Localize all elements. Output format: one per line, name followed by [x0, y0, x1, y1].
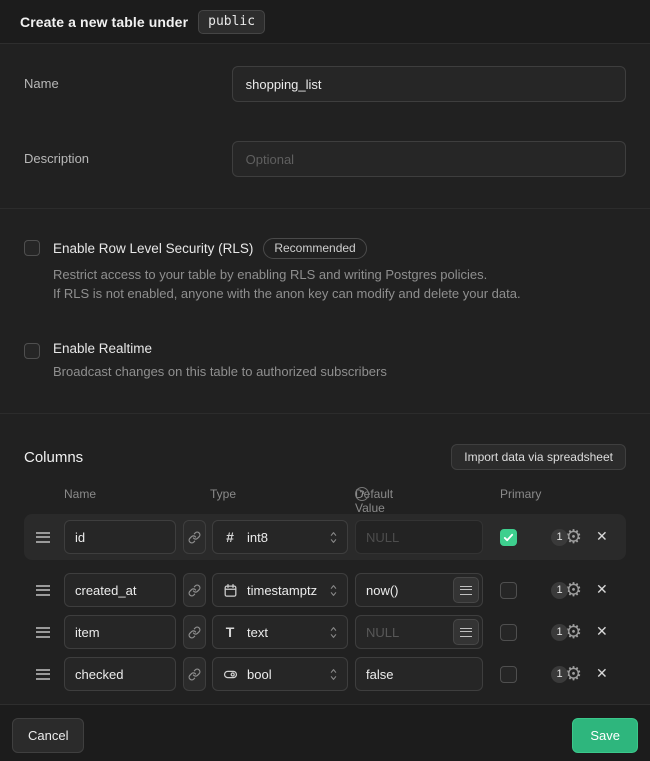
- columns-grid-header: Name Type Default Value ? Primary: [24, 487, 626, 502]
- rls-label: Enable Row Level Security (RLS): [53, 241, 253, 256]
- column-type-value: timestamptz: [247, 583, 317, 598]
- list-icon: [460, 628, 472, 637]
- settings-count-badge: 1: [551, 666, 568, 683]
- text-icon: T: [221, 624, 239, 640]
- options-section: Enable Row Level Security (RLS) Recommen…: [0, 209, 650, 414]
- drag-handle-icon[interactable]: [36, 585, 50, 596]
- schema-badge: public: [198, 10, 265, 34]
- table-description-input[interactable]: [232, 141, 626, 177]
- link-icon: [188, 531, 201, 544]
- table-info-section: Name Description: [0, 44, 650, 209]
- hash-icon: #: [221, 529, 239, 545]
- column-type-select[interactable]: T text: [212, 615, 348, 649]
- link-icon: [188, 626, 201, 639]
- default-value-suggestions-button[interactable]: [453, 619, 479, 645]
- header-primary: Primary: [500, 487, 541, 501]
- rls-description-line2: If RLS is not enabled, anyone with the a…: [53, 284, 521, 303]
- delete-column-button[interactable]: ✕: [594, 583, 610, 597]
- default-value-input[interactable]: [355, 657, 483, 691]
- drag-handle-icon[interactable]: [36, 669, 50, 680]
- chevron-updown-icon: [328, 583, 339, 598]
- realtime-toggle-row: Enable Realtime Broadcast changes on thi…: [24, 341, 626, 381]
- description-label: Description: [24, 141, 232, 177]
- column-row: timestamptz 1 ⚙ ✕: [24, 572, 626, 608]
- realtime-label: Enable Realtime: [53, 341, 152, 356]
- column-name-input[interactable]: [64, 520, 176, 554]
- delete-column-button[interactable]: ✕: [594, 530, 610, 544]
- foreign-key-link-button[interactable]: [183, 573, 206, 607]
- recommended-badge: Recommended: [263, 238, 366, 259]
- drag-handle-icon[interactable]: [36, 532, 50, 543]
- name-label: Name: [24, 66, 232, 102]
- cancel-button[interactable]: Cancel: [12, 718, 84, 753]
- toggle-icon: [221, 667, 239, 682]
- default-value-wrap: [355, 657, 483, 691]
- delete-column-button[interactable]: ✕: [594, 625, 610, 639]
- save-button[interactable]: Save: [572, 718, 638, 753]
- column-type-select[interactable]: timestamptz: [212, 573, 348, 607]
- list-icon: [460, 586, 472, 595]
- column-row: # int8 1 ⚙ ✕: [24, 514, 626, 560]
- default-value-input[interactable]: [355, 520, 483, 554]
- settings-count-badge: 1: [551, 582, 568, 599]
- default-value-wrap: [355, 520, 483, 554]
- link-icon: [188, 584, 201, 597]
- settings-count-badge: 1: [551, 624, 568, 641]
- dialog-footer: Cancel Save: [0, 704, 650, 761]
- column-type-select[interactable]: bool: [212, 657, 348, 691]
- default-value-suggestions-button[interactable]: [453, 577, 479, 603]
- column-row: bool 1 ⚙ ✕: [24, 656, 626, 692]
- rls-description-line1: Restrict access to your table by enablin…: [53, 265, 521, 284]
- column-name-input[interactable]: [64, 615, 176, 649]
- chevron-updown-icon: [328, 530, 339, 545]
- primary-checkbox[interactable]: [500, 666, 517, 683]
- chevron-updown-icon: [328, 625, 339, 640]
- realtime-description: Broadcast changes on this table to autho…: [53, 362, 387, 381]
- column-name-input[interactable]: [64, 657, 176, 691]
- header-type: Type: [210, 487, 236, 501]
- table-name-input[interactable]: [232, 66, 626, 102]
- delete-column-button[interactable]: ✕: [594, 667, 610, 681]
- import-spreadsheet-button[interactable]: Import data via spreadsheet: [451, 444, 626, 470]
- columns-title: Columns: [24, 449, 83, 466]
- foreign-key-link-button[interactable]: [183, 520, 206, 554]
- primary-checkbox[interactable]: [500, 624, 517, 641]
- dialog-title: Create a new table under: [20, 14, 188, 30]
- link-icon: [188, 668, 201, 681]
- column-type-value: int8: [247, 530, 268, 545]
- default-value-wrap: [355, 615, 483, 649]
- default-value-wrap: [355, 573, 483, 607]
- help-icon[interactable]: ?: [355, 487, 369, 501]
- header-name: Name: [64, 487, 96, 501]
- column-type-value: text: [247, 625, 268, 640]
- foreign-key-link-button[interactable]: [183, 657, 206, 691]
- dialog-header: Create a new table under public: [0, 0, 650, 44]
- column-type-select[interactable]: # int8: [212, 520, 348, 554]
- column-name-input[interactable]: [64, 573, 176, 607]
- settings-count-badge: 1: [551, 529, 568, 546]
- realtime-checkbox[interactable]: [24, 343, 40, 359]
- rls-toggle-row: Enable Row Level Security (RLS) Recommen…: [24, 238, 626, 303]
- foreign-key-link-button[interactable]: [183, 615, 206, 649]
- column-row: T text 1 ⚙ ✕: [24, 614, 626, 650]
- rls-checkbox[interactable]: [24, 240, 40, 256]
- drag-handle-icon[interactable]: [36, 627, 50, 638]
- primary-checkbox[interactable]: [500, 529, 517, 546]
- columns-rows: # int8 1 ⚙ ✕: [24, 514, 626, 692]
- calendar-icon: [221, 583, 239, 598]
- check-icon: [503, 532, 514, 543]
- columns-section: Columns Import data via spreadsheet Name…: [0, 414, 650, 704]
- primary-checkbox[interactable]: [500, 582, 517, 599]
- column-type-value: bool: [247, 667, 272, 682]
- chevron-updown-icon: [328, 667, 339, 682]
